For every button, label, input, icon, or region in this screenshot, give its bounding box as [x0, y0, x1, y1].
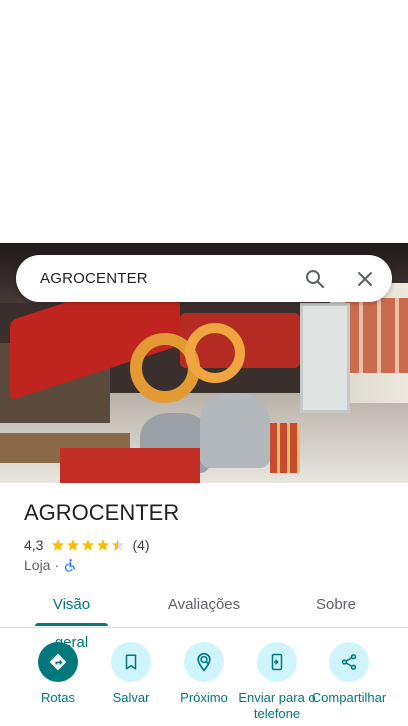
tab-overview[interactable]: Visão geral [35, 586, 108, 651]
photo-blower-2 [200, 393, 270, 468]
directions-button[interactable]: Rotas [18, 642, 98, 726]
rating-row[interactable]: 4,3 (4) [24, 536, 150, 554]
send-to-phone-icon [257, 642, 297, 682]
nearby-icon [184, 642, 224, 682]
directions-label: Rotas [41, 690, 75, 705]
photo-boxes [345, 298, 408, 373]
separator-dot: · [54, 557, 60, 573]
share-button[interactable]: Compartilhar [309, 642, 389, 726]
tabs-divider [0, 627, 408, 628]
review-count: (4) [132, 537, 150, 553]
blank-header-area [0, 0, 408, 243]
close-icon[interactable] [353, 267, 377, 291]
photo-red-box [60, 448, 200, 483]
send-to-phone-button[interactable]: Enviar para o telefone [237, 642, 317, 726]
place-title: AGROCENTER [24, 500, 180, 525]
search-bar[interactable]: AGROCENTER [16, 255, 392, 302]
nearby-button[interactable]: Próximo [164, 642, 244, 726]
bookmark-icon [111, 642, 151, 682]
photo-bottles [270, 423, 300, 473]
half-star-icon [112, 539, 125, 551]
star-icon [97, 539, 110, 551]
place-category: Loja [24, 557, 51, 573]
tab-bar: Visão geral Avaliações Sobre [0, 586, 408, 651]
photo-fridge [300, 303, 350, 413]
send-to-phone-label: Enviar para o telefone [238, 690, 316, 721]
star-icon [52, 539, 65, 551]
save-button[interactable]: Salvar [91, 642, 171, 726]
tab-about[interactable]: Sobre [308, 586, 364, 624]
star-icon [67, 539, 80, 551]
rating-stars [51, 538, 126, 552]
active-tab-indicator [35, 623, 108, 626]
search-icon[interactable] [303, 267, 327, 291]
star-icon [82, 539, 95, 551]
share-label: Compartilhar [311, 690, 387, 705]
rating-value: 4,3 [24, 537, 44, 553]
wheelchair-accessible-icon [65, 559, 76, 572]
photo-hose-reel-2 [185, 323, 245, 383]
share-icon [329, 642, 369, 682]
save-label: Salvar [112, 690, 150, 705]
nearby-label: Próximo [180, 690, 228, 705]
directions-icon [38, 642, 78, 682]
search-input[interactable]: AGROCENTER [40, 255, 148, 302]
tab-reviews[interactable]: Avaliações [162, 586, 246, 624]
category-row: Loja · [24, 556, 77, 574]
